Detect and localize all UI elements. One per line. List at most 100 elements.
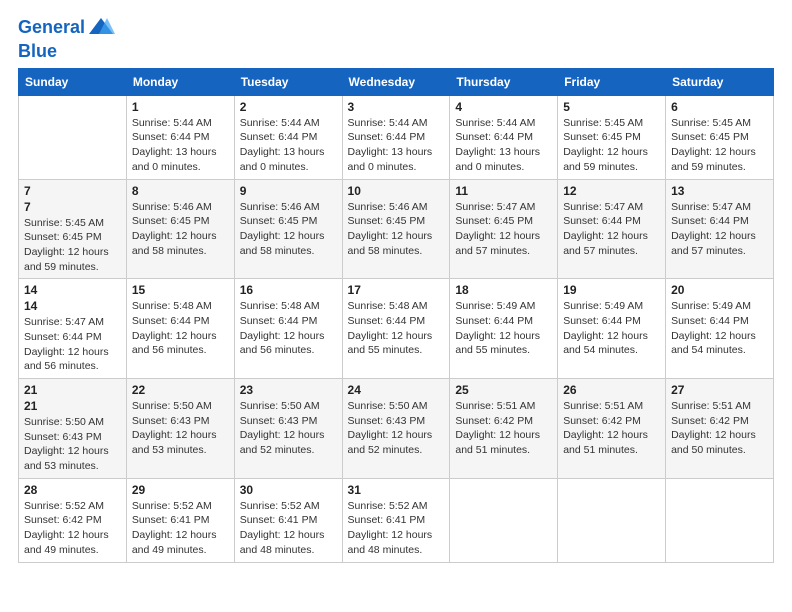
calendar-cell: 27 Sunrise: 5:51 AM Sunset: 6:42 PM Dayli… xyxy=(666,379,774,479)
day-info: Sunrise: 5:49 AM Sunset: 6:44 PM Dayligh… xyxy=(671,299,768,358)
day-number: 26 xyxy=(563,383,660,397)
calendar-cell: 19 Sunrise: 5:49 AM Sunset: 6:44 PM Dayli… xyxy=(558,279,666,379)
calendar-cell: 4 Sunrise: 5:44 AM Sunset: 6:44 PM Daylig… xyxy=(450,95,558,179)
col-header-tuesday: Tuesday xyxy=(234,68,342,95)
day-info: Sunrise: 5:44 AM Sunset: 6:44 PM Dayligh… xyxy=(132,116,229,175)
day-number: 3 xyxy=(348,100,445,114)
day-info: Sunrise: 5:46 AM Sunset: 6:45 PM Dayligh… xyxy=(348,200,445,259)
day-number: 11 xyxy=(455,184,552,198)
calendar-cell: 11 Sunrise: 5:47 AM Sunset: 6:45 PM Dayli… xyxy=(450,179,558,279)
calendar-cell: 24Sunrise: 5:50 AM Sunset: 6:43 PM Dayli… xyxy=(342,379,450,479)
day-number: 22 xyxy=(132,383,229,397)
col-header-thursday: Thursday xyxy=(450,68,558,95)
day-info: Sunrise: 5:47 AM Sunset: 6:44 PM Dayligh… xyxy=(24,315,121,374)
calendar-cell: 28 Sunrise: 5:52 AM Sunset: 6:42 PM Dayli… xyxy=(19,478,127,562)
day-number: 18 xyxy=(455,283,552,297)
day-number: 7 xyxy=(24,200,121,214)
calendar-cell: 5Sunrise: 5:45 AM Sunset: 6:45 PM Daylig… xyxy=(558,95,666,179)
day-number: 13 xyxy=(671,184,768,198)
calendar-cell: 16Sunrise: 5:48 AM Sunset: 6:44 PM Dayli… xyxy=(234,279,342,379)
col-header-saturday: Saturday xyxy=(666,68,774,95)
day-info: Sunrise: 5:51 AM Sunset: 6:42 PM Dayligh… xyxy=(671,399,768,458)
day-number: 30 xyxy=(240,483,337,497)
calendar-cell: 23 Sunrise: 5:50 AM Sunset: 6:43 PM Dayli… xyxy=(234,379,342,479)
header-row: SundayMondayTuesdayWednesdayThursdayFrid… xyxy=(19,68,774,95)
day-number: 7 xyxy=(24,184,121,198)
day-info: Sunrise: 5:47 AM Sunset: 6:44 PM Dayligh… xyxy=(563,200,660,259)
day-number: 28 xyxy=(24,483,121,497)
day-number: 16 xyxy=(240,283,337,297)
calendar-cell: 21 21 Sunrise: 5:50 AM Sunset: 6:43 PM Day… xyxy=(19,379,127,479)
calendar-cell xyxy=(666,478,774,562)
day-number: 19 xyxy=(563,283,660,297)
day-info: Sunrise: 5:44 AM Sunset: 6:44 PM Dayligh… xyxy=(455,116,552,175)
day-number: 9 xyxy=(240,184,337,198)
day-info: Sunrise: 5:49 AM Sunset: 6:44 PM Dayligh… xyxy=(455,299,552,358)
day-info: Sunrise: 5:48 AM Sunset: 6:44 PM Dayligh… xyxy=(348,299,445,358)
calendar-table: SundayMondayTuesdayWednesdayThursdayFrid… xyxy=(18,68,774,563)
week-row-1: 1 Sunrise: 5:44 AM Sunset: 6:44 PM Daylig… xyxy=(19,95,774,179)
logo-blue-text: Blue xyxy=(18,42,57,62)
logo-text: General xyxy=(18,18,85,38)
calendar-cell: 15 Sunrise: 5:48 AM Sunset: 6:44 PM Dayli… xyxy=(126,279,234,379)
day-info: Sunrise: 5:52 AM Sunset: 6:41 PM Dayligh… xyxy=(348,499,445,558)
day-number: 8 xyxy=(132,184,229,198)
calendar-cell xyxy=(19,95,127,179)
day-number: 29 xyxy=(132,483,229,497)
day-number: 14 xyxy=(24,299,121,313)
day-number: 2 xyxy=(240,100,337,114)
day-info: Sunrise: 5:44 AM Sunset: 6:44 PM Dayligh… xyxy=(240,116,337,175)
day-number: 27 xyxy=(671,383,768,397)
day-number: 24 xyxy=(348,383,445,397)
header: General Blue xyxy=(18,10,774,62)
calendar-cell: 29 Sunrise: 5:52 AM Sunset: 6:41 PM Dayli… xyxy=(126,478,234,562)
calendar-cell xyxy=(450,478,558,562)
week-row-3: 14 14 Sunrise: 5:47 AM Sunset: 6:44 PM Day… xyxy=(19,279,774,379)
day-number: 4 xyxy=(455,100,552,114)
logo-icon xyxy=(87,14,115,42)
day-number: 31 xyxy=(348,483,445,497)
day-info: Sunrise: 5:46 AM Sunset: 6:45 PM Dayligh… xyxy=(132,200,229,259)
day-number: 6 xyxy=(671,100,768,114)
day-info: Sunrise: 5:52 AM Sunset: 6:41 PM Dayligh… xyxy=(240,499,337,558)
col-header-sunday: Sunday xyxy=(19,68,127,95)
day-info: Sunrise: 5:46 AM Sunset: 6:45 PM Dayligh… xyxy=(240,200,337,259)
day-number: 23 xyxy=(240,383,337,397)
day-info: Sunrise: 5:50 AM Sunset: 6:43 PM Dayligh… xyxy=(24,415,121,474)
calendar-cell: 7 7 Sunrise: 5:45 AM Sunset: 6:45 PM Dayli… xyxy=(19,179,127,279)
day-info: Sunrise: 5:45 AM Sunset: 6:45 PM Dayligh… xyxy=(24,216,121,275)
day-info: Sunrise: 5:52 AM Sunset: 6:41 PM Dayligh… xyxy=(132,499,229,558)
calendar-cell: 6Sunrise: 5:45 AM Sunset: 6:45 PM Daylig… xyxy=(666,95,774,179)
day-number: 10 xyxy=(348,184,445,198)
calendar-cell: 22 Sunrise: 5:50 AM Sunset: 6:43 PM Dayli… xyxy=(126,379,234,479)
day-info: Sunrise: 5:48 AM Sunset: 6:44 PM Dayligh… xyxy=(132,299,229,358)
calendar-cell: 12 Sunrise: 5:47 AM Sunset: 6:44 PM Dayli… xyxy=(558,179,666,279)
calendar-cell: 2 Sunrise: 5:44 AM Sunset: 6:44 PM Daylig… xyxy=(234,95,342,179)
day-number: 15 xyxy=(132,283,229,297)
day-info: Sunrise: 5:50 AM Sunset: 6:43 PM Dayligh… xyxy=(240,399,337,458)
logo: General Blue xyxy=(18,14,115,62)
week-row-5: 28 Sunrise: 5:52 AM Sunset: 6:42 PM Dayli… xyxy=(19,478,774,562)
calendar-cell: 26Sunrise: 5:51 AM Sunset: 6:42 PM Dayli… xyxy=(558,379,666,479)
day-number: 14 xyxy=(24,283,121,297)
day-number: 1 xyxy=(132,100,229,114)
week-row-4: 21 21 Sunrise: 5:50 AM Sunset: 6:43 PM Day… xyxy=(19,379,774,479)
calendar-cell: 20 Sunrise: 5:49 AM Sunset: 6:44 PM Dayli… xyxy=(666,279,774,379)
day-info: Sunrise: 5:52 AM Sunset: 6:42 PM Dayligh… xyxy=(24,499,121,558)
calendar-cell: 13Sunrise: 5:47 AM Sunset: 6:44 PM Dayli… xyxy=(666,179,774,279)
page: General Blue SundayMondayTuesdayWednesda… xyxy=(0,0,792,612)
day-info: Sunrise: 5:49 AM Sunset: 6:44 PM Dayligh… xyxy=(563,299,660,358)
calendar-cell: 9 Sunrise: 5:46 AM Sunset: 6:45 PM Daylig… xyxy=(234,179,342,279)
week-row-2: 7 7 Sunrise: 5:45 AM Sunset: 6:45 PM Dayli… xyxy=(19,179,774,279)
day-info: Sunrise: 5:47 AM Sunset: 6:45 PM Dayligh… xyxy=(455,200,552,259)
day-info: Sunrise: 5:51 AM Sunset: 6:42 PM Dayligh… xyxy=(455,399,552,458)
day-number: 21 xyxy=(24,383,121,397)
day-number: 21 xyxy=(24,399,121,413)
day-info: Sunrise: 5:50 AM Sunset: 6:43 PM Dayligh… xyxy=(132,399,229,458)
day-number: 20 xyxy=(671,283,768,297)
calendar-cell: 3Sunrise: 5:44 AM Sunset: 6:44 PM Daylig… xyxy=(342,95,450,179)
col-header-monday: Monday xyxy=(126,68,234,95)
day-number: 12 xyxy=(563,184,660,198)
calendar-cell: 10 Sunrise: 5:46 AM Sunset: 6:45 PM Dayli… xyxy=(342,179,450,279)
calendar-cell: 30 Sunrise: 5:52 AM Sunset: 6:41 PM Dayli… xyxy=(234,478,342,562)
